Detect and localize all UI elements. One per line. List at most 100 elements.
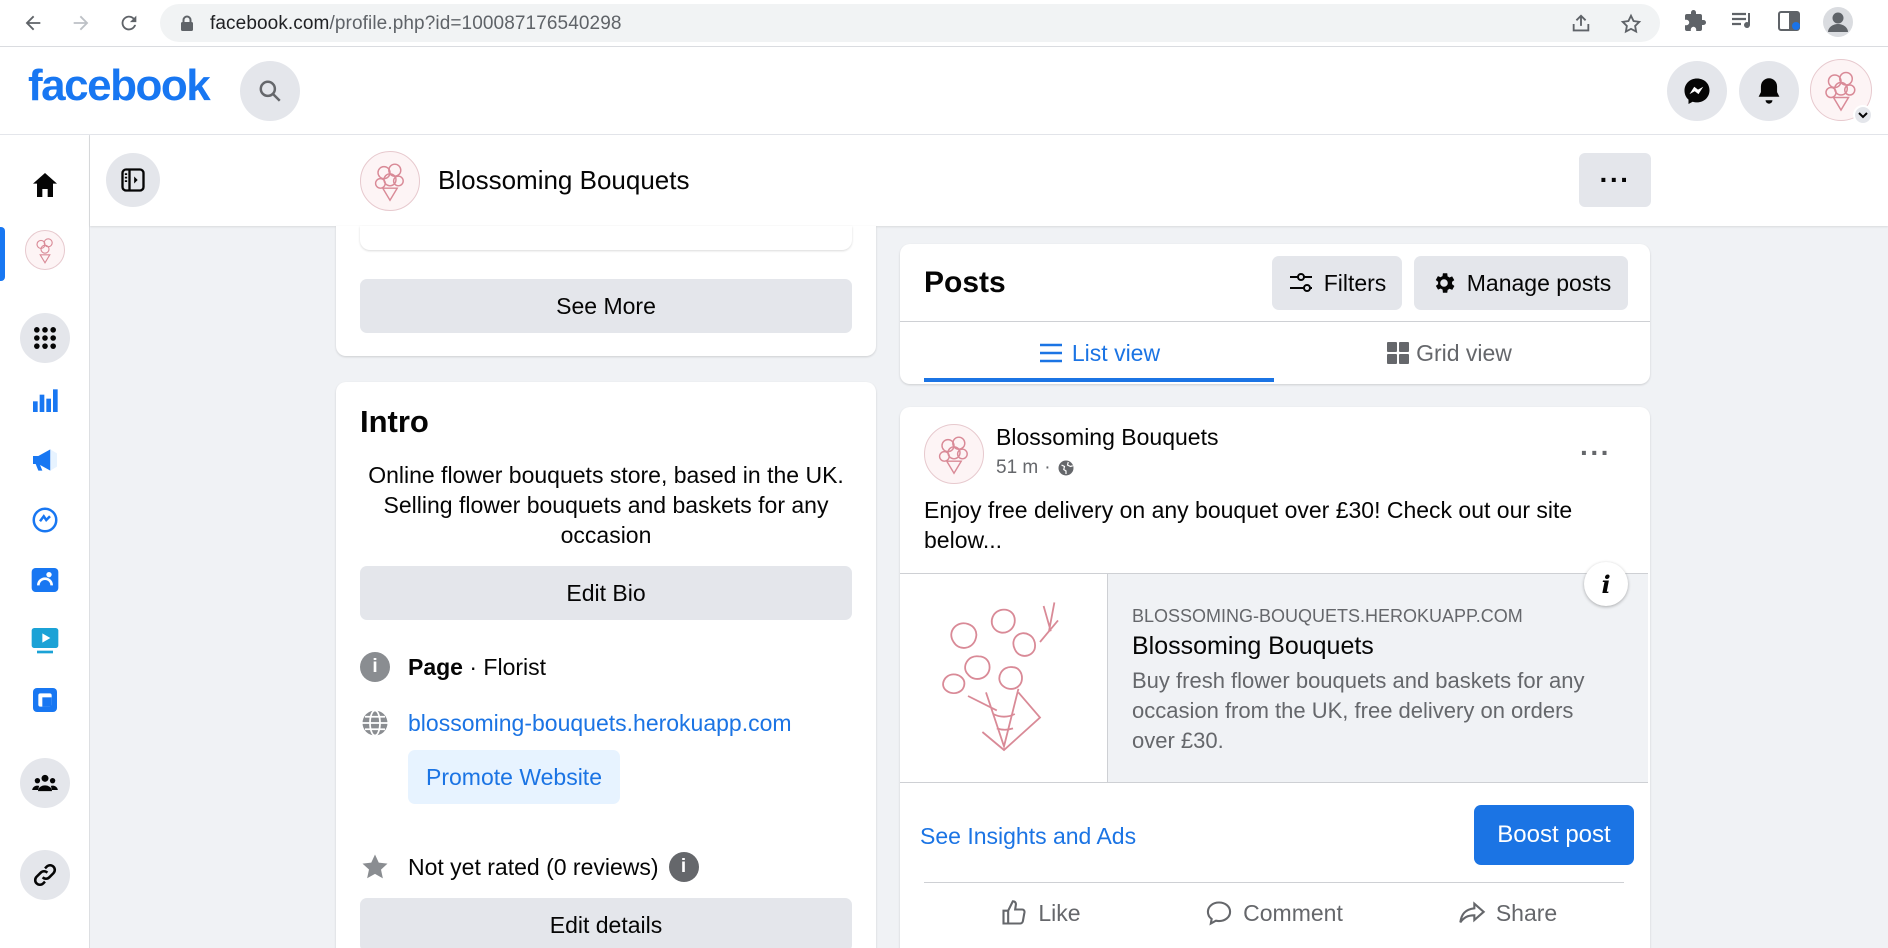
reload-icon[interactable] — [114, 8, 144, 38]
link-icon[interactable] — [20, 850, 70, 900]
url-text: facebook.com/profile.php?id=100087176540… — [210, 13, 622, 34]
intro-bio: Online flower bouquets store, based in t… — [368, 462, 844, 548]
tab-grid-view[interactable]: Grid view — [1274, 322, 1624, 384]
like-button[interactable]: Like — [924, 883, 1157, 943]
menu-grid-icon[interactable] — [20, 313, 70, 363]
address-bar[interactable]: facebook.com/profile.php?id=100087176540… — [160, 4, 1660, 42]
extensions-icon[interactable] — [1683, 9, 1707, 38]
bouquet-preview-image — [900, 574, 1108, 782]
left-navigation-rail — [0, 135, 90, 948]
meta-separator: · — [1044, 457, 1051, 478]
facebook-header: facebook — [0, 47, 1888, 135]
lock-icon — [180, 15, 194, 37]
media-control-icon[interactable] — [1730, 9, 1756, 38]
see-more-button[interactable]: See More — [360, 279, 852, 333]
messenger-button[interactable] — [1667, 61, 1727, 121]
page-title: Blossoming Bouquets — [438, 165, 690, 195]
video-play-icon[interactable] — [20, 615, 70, 665]
notifications-button[interactable] — [1739, 61, 1799, 121]
active-tab-underline — [924, 378, 1274, 382]
share-button[interactable]: Share — [1391, 883, 1624, 943]
home-icon[interactable] — [20, 160, 70, 210]
star-icon[interactable] — [1620, 13, 1642, 40]
meta-business-icon[interactable] — [20, 495, 70, 545]
posts-header-card: Posts Filters Manage posts List view Gri… — [900, 244, 1650, 384]
see-insights-link[interactable]: See Insights and Ads — [920, 823, 1136, 850]
post-meta: 51 m · — [996, 457, 1075, 479]
star-icon — [360, 852, 390, 882]
filters-label: Filters — [1323, 269, 1387, 296]
edit-details-button[interactable]: Edit details — [360, 898, 852, 948]
card-bottom-edge — [360, 226, 852, 250]
website-row: blossoming-bouquets.herokuapp.com — [360, 708, 792, 738]
search-icon — [259, 80, 281, 102]
side-panel-icon[interactable] — [1777, 9, 1801, 38]
share-arrow-icon — [1459, 901, 1486, 923]
rating-row: Not yet rated (0 reviews) i — [360, 852, 699, 882]
sidebar-toggle-icon[interactable] — [106, 153, 160, 207]
bouquet-logo-icon — [374, 163, 404, 202]
link-preview[interactable]: BLOSSOMING-BOUQUETS.HEROKUAPP.COM Blosso… — [900, 562, 1648, 783]
page-subheader: Blossoming Bouquets ··· — [90, 135, 1888, 226]
profile-icon[interactable] — [1822, 6, 1854, 43]
tab-list-view[interactable]: List view — [924, 322, 1274, 384]
ad-center-megaphone-icon[interactable] — [20, 435, 70, 485]
manage-posts-button[interactable]: Manage posts — [1414, 256, 1628, 310]
promote-website-button[interactable]: Promote Website — [408, 750, 620, 804]
website-link[interactable]: blossoming-bouquets.herokuapp.com — [408, 710, 792, 737]
intro-heading: Intro — [360, 404, 429, 439]
post-card: Blossoming Bouquets 51 m · ··· Enjoy fre… — [900, 407, 1650, 948]
tab-grid-view-label: Grid view — [1416, 339, 1512, 366]
insights-chart-icon[interactable] — [20, 375, 70, 425]
bouquet-logo-icon — [938, 436, 968, 475]
back-icon[interactable] — [18, 8, 48, 38]
list-icon — [1039, 343, 1062, 363]
active-indicator — [0, 227, 5, 281]
like-label: Like — [1038, 899, 1081, 926]
edit-bio-button[interactable]: Edit Bio — [360, 566, 852, 620]
gear-icon — [1435, 273, 1455, 293]
intro-card: Intro Online flower bouquets store, base… — [336, 382, 876, 948]
groups-icon[interactable] — [20, 758, 70, 808]
boost-post-button[interactable]: Boost post — [1474, 805, 1634, 865]
share-label: Share — [1495, 899, 1558, 926]
info-i-icon[interactable]: i — [1584, 562, 1628, 606]
page-type-label: Page — [408, 653, 463, 680]
tab-list-view-label: List view — [1071, 339, 1161, 366]
search-button[interactable] — [240, 61, 300, 121]
post-more-icon[interactable]: ··· — [1580, 437, 1611, 469]
preview-description: Buy fresh flower bouquets and baskets fo… — [1132, 668, 1585, 753]
more-options-button[interactable]: ··· — [1579, 153, 1651, 207]
filters-sliders-icon — [1289, 273, 1312, 292]
filters-button[interactable]: Filters — [1272, 256, 1402, 310]
browser-toolbar: facebook.com/profile.php?id=100087176540… — [0, 0, 1888, 47]
post-author-avatar[interactable] — [924, 424, 984, 484]
preview-domain: BLOSSOMING-BOUQUETS.HEROKUAPP.COM — [1132, 606, 1523, 626]
manage-posts-label: Manage posts — [1466, 269, 1612, 296]
rating-info-icon[interactable]: i — [668, 852, 699, 882]
post-body: Enjoy free delivery on any bouquet over … — [924, 497, 1573, 553]
comment-button[interactable]: Comment — [1157, 883, 1391, 943]
thumbs-up-icon — [1002, 900, 1026, 925]
creator-studio-icon[interactable] — [20, 555, 70, 605]
share-icon[interactable] — [1570, 13, 1592, 40]
rating-text: Not yet rated (0 reviews) — [408, 853, 659, 880]
stories-icon[interactable] — [20, 675, 70, 725]
page-profile-avatar[interactable] — [25, 230, 65, 270]
page-category: · Florist — [462, 653, 547, 680]
post-actions: Like Comment Share — [924, 882, 1624, 942]
comment-icon — [1207, 901, 1232, 926]
bell-icon — [1758, 78, 1780, 104]
forward-icon[interactable] — [66, 8, 96, 38]
page-avatar[interactable] — [360, 151, 420, 211]
info-icon: i — [360, 652, 390, 682]
page-category-row: i Page · Florist — [360, 652, 546, 682]
post-timestamp[interactable]: 51 m — [996, 457, 1038, 479]
facebook-logo[interactable]: facebook — [28, 61, 211, 111]
account-chevron-down-icon[interactable] — [1853, 105, 1873, 125]
photos-card: See More — [336, 226, 876, 356]
post-author-name[interactable]: Blossoming Bouquets — [996, 424, 1218, 451]
messenger-icon — [1684, 78, 1710, 104]
comment-label: Comment — [1243, 899, 1343, 926]
preview-title: Blossoming Bouquets — [1132, 632, 1374, 660]
